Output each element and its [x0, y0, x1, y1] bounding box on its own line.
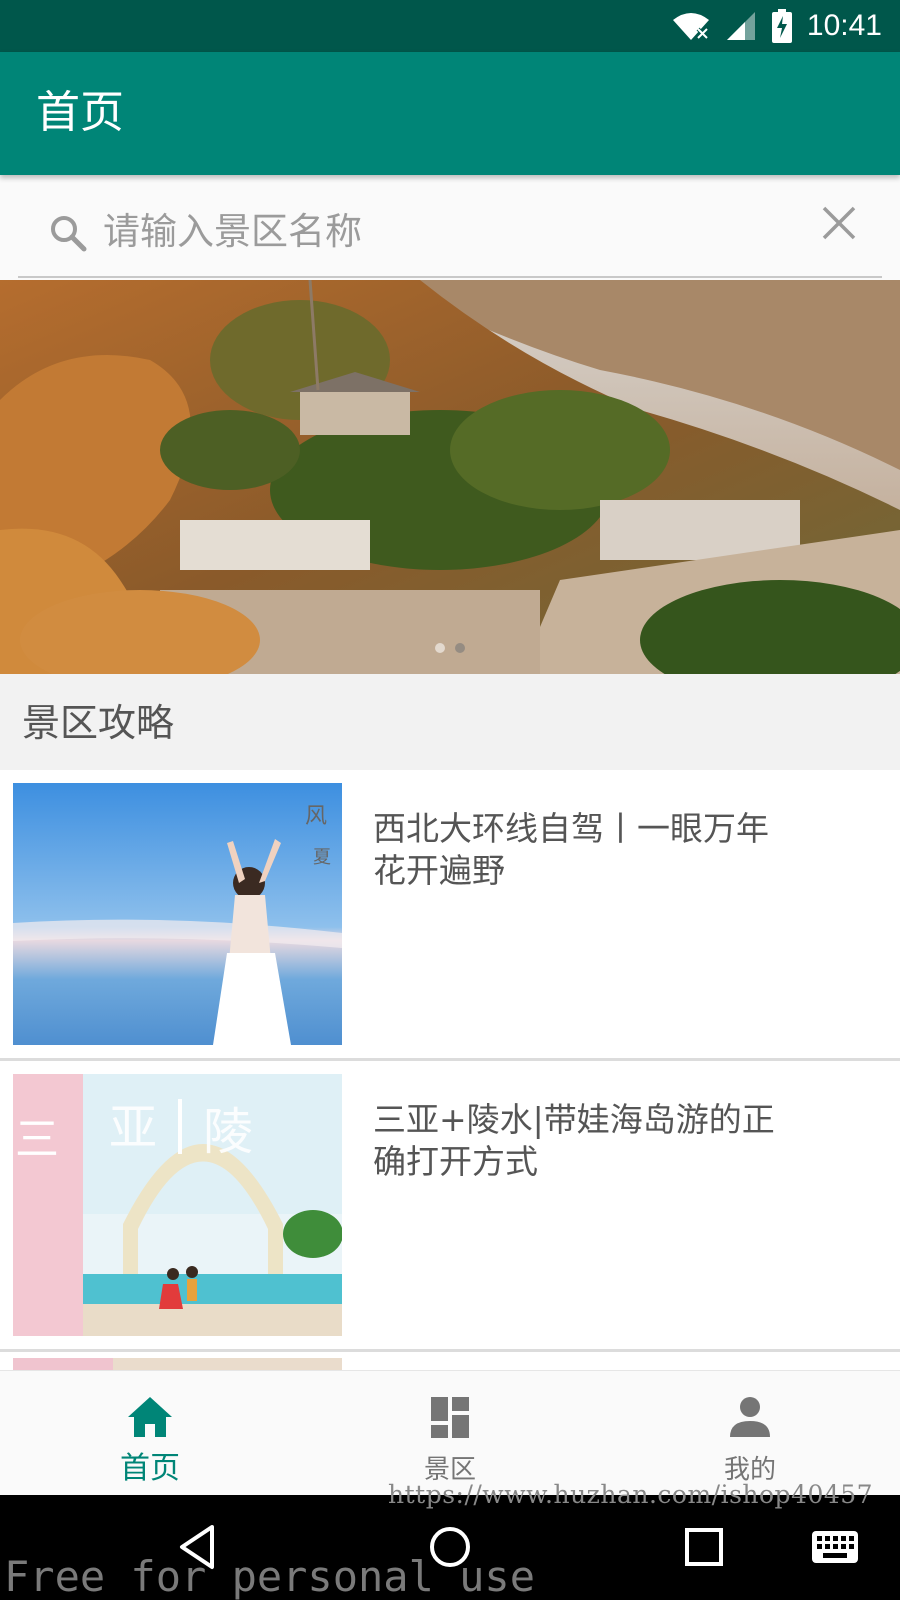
status-icons: 10:41 [671, 0, 882, 52]
nav-label-home: 首页 [120, 1451, 180, 1486]
section-header: 景区攻略 [0, 674, 900, 770]
list-item-thumbnail: 风 夏 [13, 783, 342, 1045]
watermark-free-text: Free for personal use [4, 1552, 536, 1600]
list-item[interactable] [0, 1352, 900, 1370]
list-item-thumbnail [13, 1358, 342, 1370]
dashboard-icon [431, 1397, 469, 1438]
svg-text:风: 风 [305, 804, 327, 829]
list-item-title: 三亚+陵水|带娃海岛游的正确打开方式 [373, 1100, 775, 1181]
recents-icon[interactable] [674, 1517, 734, 1577]
banner-image [0, 280, 900, 674]
svg-text:三: 三 [15, 1114, 59, 1165]
carousel-dot-1 [435, 643, 445, 653]
guide-list: 风 夏 西北大环线自驾丨一眼万年 花开遍野 三 亚 陵 三亚+陵水|带娃海岛游的… [0, 770, 900, 1370]
watermark-url: https://www.huzhan.com/ishop40457 [388, 1480, 874, 1509]
banner-carousel[interactable] [0, 280, 900, 674]
signal-icon [726, 12, 755, 40]
list-item[interactable]: 三 亚 陵 三亚+陵水|带娃海岛游的正确打开方式 [0, 1061, 900, 1352]
search-underline [18, 276, 882, 278]
nav-item-mine[interactable]: 我的 [600, 1371, 900, 1496]
home-icon [128, 1397, 172, 1437]
search-icon [51, 216, 87, 252]
app-bar: 首页 [0, 52, 900, 175]
battery-charging-icon [771, 9, 792, 43]
svg-text:陵: 陵 [203, 1103, 253, 1161]
list-item[interactable]: 风 夏 西北大环线自驾丨一眼万年 花开遍野 [0, 770, 900, 1061]
search-bar [0, 175, 900, 280]
page-title: 首页 [36, 87, 124, 138]
carousel-dot-2 [455, 643, 465, 653]
nav-item-scenic[interactable]: 景区 [300, 1371, 600, 1496]
status-bar: 10:41 [0, 0, 900, 52]
list-item-thumbnail: 三 亚 陵 [13, 1074, 342, 1336]
nav-item-home[interactable]: 首页 [0, 1371, 300, 1496]
bottom-navigation: 首页 景区 我的 [0, 1370, 900, 1495]
close-icon[interactable] [820, 204, 858, 242]
wifi-icon [672, 13, 709, 40]
section-title: 景区攻略 [22, 701, 175, 745]
svg-text:夏: 夏 [313, 847, 331, 868]
status-time: 10:41 [806, 9, 882, 42]
svg-text:亚: 亚 [109, 1100, 157, 1156]
search-input[interactable] [103, 203, 783, 259]
keyboard-icon[interactable] [806, 1517, 866, 1577]
list-item-title: 西北大环线自驾丨一眼万年 花开遍野 [373, 809, 769, 890]
person-icon [730, 1397, 770, 1437]
